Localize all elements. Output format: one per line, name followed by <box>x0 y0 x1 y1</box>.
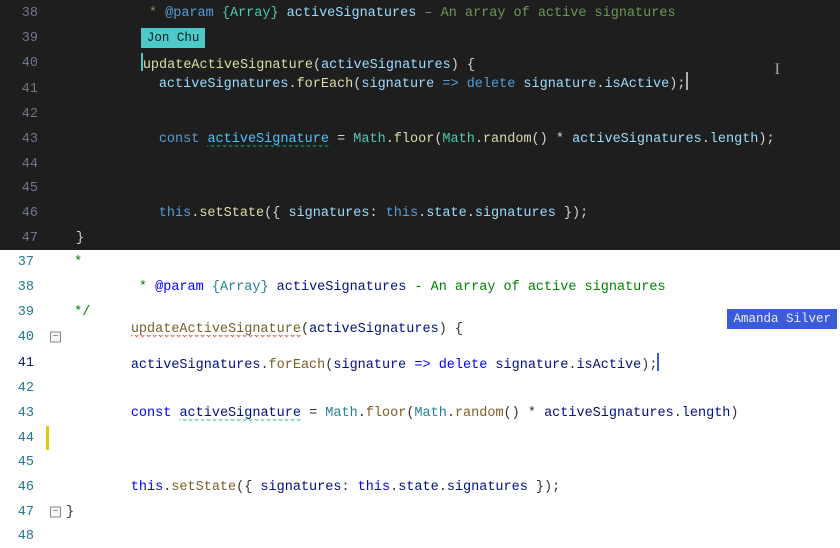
line-number: 47 <box>0 505 52 520</box>
line-number: 48 <box>0 529 52 544</box>
line-number: 39 <box>0 305 52 320</box>
ibeam-cursor-icon: I <box>775 61 780 79</box>
code-line[interactable]: 46 this.setState({ signatures: this.stat… <box>0 200 840 226</box>
line-number: 37 <box>0 255 52 270</box>
function-name: updateActiveSignature <box>131 322 301 338</box>
line-number: 43 <box>0 132 52 147</box>
line-number: 46 <box>0 480 52 495</box>
text-cursor-icon <box>686 72 688 90</box>
code-line[interactable]: 38 * @param {Array} activeSignatures - A… <box>0 274 840 300</box>
line-number: 41 <box>0 356 52 371</box>
line-number: 38 <box>0 280 52 295</box>
line-number: 40 <box>0 330 52 345</box>
line-number: 46 <box>0 206 52 221</box>
collaborator-tag-amanda[interactable]: Amanda Silver <box>727 309 837 329</box>
line-number: 41 <box>0 82 52 97</box>
line-number: 40 <box>0 56 52 71</box>
code-line[interactable]: 43 const activeSignature = Math.floor(Ma… <box>0 126 840 152</box>
code-line[interactable]: 48 <box>0 524 840 548</box>
line-number: 38 <box>0 6 52 21</box>
code-line[interactable]: 47 } <box>0 226 840 250</box>
line-number: 44 <box>0 157 52 172</box>
line-number: 39 <box>0 31 52 46</box>
code-line[interactable]: 46 this.setState({ signatures: this.stat… <box>0 474 840 500</box>
code-line[interactable]: 43 const activeSignature = Math.floor(Ma… <box>0 400 840 426</box>
line-number: 42 <box>0 107 52 122</box>
line-number: 47 <box>0 231 52 246</box>
code-line[interactable]: 44 <box>0 152 840 176</box>
remote-cursor-icon <box>657 353 659 371</box>
line-number: 43 <box>0 406 52 421</box>
editor-pane-light[interactable]: 37 * 38 * @param {Array} activeSignature… <box>0 250 840 548</box>
line-number: 42 <box>0 381 52 396</box>
split-diff-editor: 38 * @param {Array} activeSignatures – A… <box>0 0 840 510</box>
line-number: 45 <box>0 181 52 196</box>
code-line[interactable]: 41 activeSignatures.forEach(signature =>… <box>0 76 840 102</box>
code-line[interactable]: 47 − } <box>0 500 840 524</box>
line-number: 45 <box>0 455 52 470</box>
editor-pane-dark[interactable]: 38 * @param {Array} activeSignatures – A… <box>0 0 840 250</box>
code-line[interactable]: 41 activeSignatures.forEach(signature =>… <box>0 350 840 376</box>
code-line[interactable]: 44 <box>0 426 840 450</box>
line-number: 44 <box>0 431 52 446</box>
variable-name: activeSignature <box>207 132 329 148</box>
